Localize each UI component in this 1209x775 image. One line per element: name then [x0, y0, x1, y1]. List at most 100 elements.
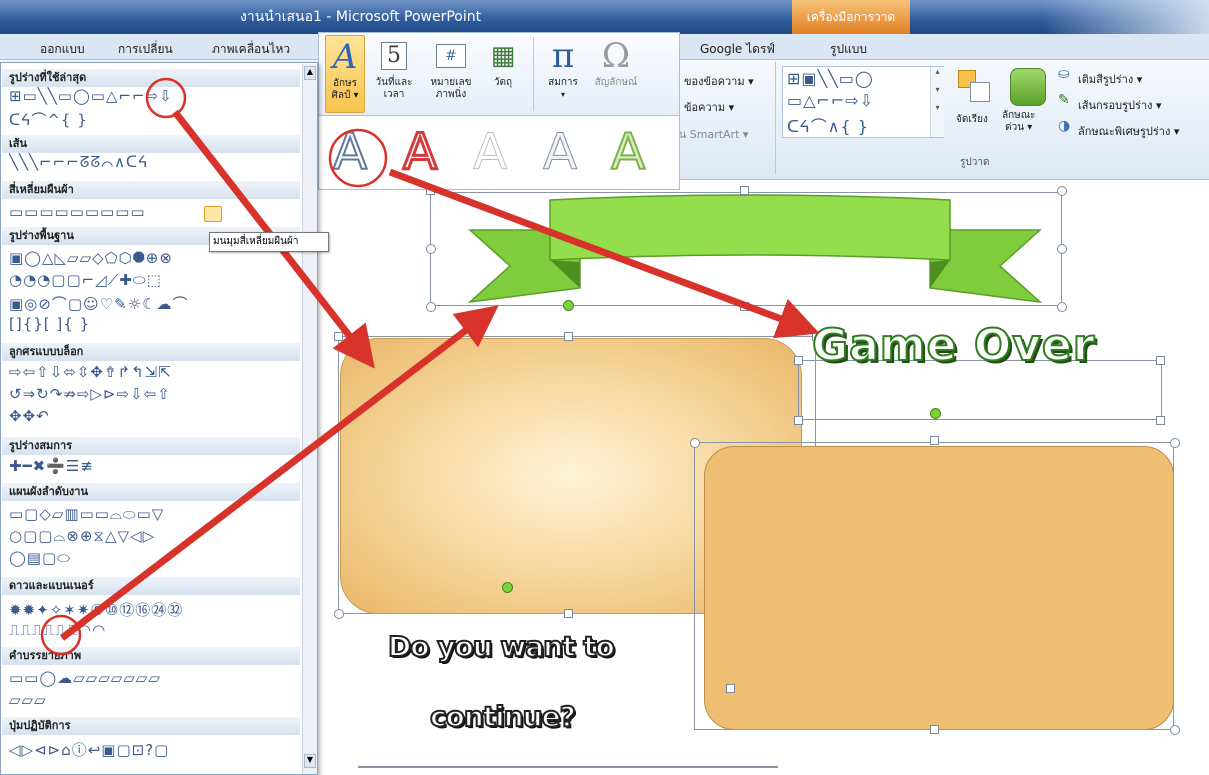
- arrange-icon[interactable]: [958, 70, 992, 106]
- shape-row[interactable]: ✥✥↶: [9, 407, 301, 425]
- shape-section-header: รูปร่างที่ใช้ล่าสุด: [2, 69, 300, 87]
- selection-handle[interactable]: [334, 609, 344, 619]
- convert-smartart-button[interactable]: เป็น SmartArt ▾: [668, 125, 748, 143]
- wordart-style-1[interactable]: A: [332, 122, 368, 182]
- tab-transitions[interactable]: การเปลี่ยน: [118, 40, 173, 59]
- quick-styles-icon[interactable]: [1010, 68, 1046, 106]
- shape-fill-button[interactable]: เติมสีรูปร่าง ▾: [1078, 70, 1142, 88]
- shape-row[interactable]: ○▢▢⌓⊗⊕⧖△▽◁▷: [9, 527, 301, 545]
- selection-handle[interactable]: [740, 186, 749, 195]
- shape-row[interactable]: ▱▱▱: [9, 691, 301, 709]
- shape-row[interactable]: ▭▢◇▱▥▭▭⌓⬭▭▽: [9, 505, 301, 523]
- shape-row[interactable]: ╲╲╲⌐⌐⌐ᘔᘔ⌒∧ᑕᔦ: [9, 153, 301, 171]
- shape-row[interactable]: ▣◎⊘⌒▢☺♡✎☼☾☁⌒: [9, 293, 301, 314]
- question-line-2[interactable]: continue?: [429, 699, 577, 734]
- shapes-dropdown-panel[interactable]: ▲ ▼ รูปร่างที่ใช้ล่าสุด ⊞▭╲╲▭◯▭△⌐⌐⇨⇩ ᑕᔦ⌒^{…: [0, 62, 329, 775]
- scroll-down-arrow-icon[interactable]: ▼: [304, 754, 316, 768]
- selection-handle[interactable]: [1170, 438, 1180, 448]
- panel-scrollbar[interactable]: ▲ ▼: [302, 64, 317, 774]
- wordart-style-4[interactable]: A: [542, 122, 577, 182]
- shape-row[interactable]: ᑕᔦ⌒^{ }: [9, 109, 301, 130]
- selection-handle[interactable]: [930, 436, 939, 445]
- shape-row[interactable]: ↺⇒↻↷⇏⇨▷⊳⇨⇩⇦⇧: [9, 385, 301, 403]
- shape-row[interactable]: ▭▭◯☁▱▱▱▱▱▱▱: [9, 669, 301, 687]
- date-time-button[interactable]: 5 วันที่และ เวลา: [369, 35, 419, 101]
- tab-animations[interactable]: ภาพเคลื่อนไหว: [212, 40, 290, 59]
- selection-handle[interactable]: [930, 725, 939, 734]
- symbol-button[interactable]: Ω สัญลักษณ์: [589, 35, 643, 89]
- selection-handle[interactable]: [1057, 186, 1067, 196]
- drawing-group-label: รูปวาด: [960, 157, 990, 168]
- shape-effects-button[interactable]: ลักษณะพิเศษรูปร่าง ▾: [1078, 122, 1179, 140]
- shape-row[interactable]: ◯▤▢⬭: [9, 549, 301, 567]
- object-button[interactable]: ▦ วัตถุ: [483, 35, 523, 89]
- tan-rounded-rectangle-2[interactable]: [704, 446, 1174, 730]
- shape-row[interactable]: ⎍⎍⎍⎍⎍⎍◠◠: [9, 621, 301, 639]
- selection-handle[interactable]: [426, 186, 435, 195]
- text-group-item-2[interactable]: ข้อความ ▾: [684, 98, 734, 116]
- shape-section-header: แผนผังลำดับงาน: [2, 483, 300, 501]
- shape-row[interactable]: ▭▭▭▭▭▭▭▭▭: [9, 203, 301, 221]
- green-ribbon-banner[interactable]: [430, 190, 1070, 315]
- shape-section-header: เส้น: [2, 135, 300, 153]
- selection-handle[interactable]: [690, 438, 700, 448]
- wordart-button[interactable]: A อักษร ศิลป์ ▾: [325, 35, 365, 113]
- insert-text-group: A อักษร ศิลป์ ▾ 5 วันที่และ เวลา # หมายเ…: [318, 32, 680, 116]
- selection-handle[interactable]: [426, 244, 436, 254]
- selection-handle[interactable]: [794, 356, 803, 365]
- shape-row[interactable]: ◁▷⊲⊳⌂ⓘ↩▣▢⊡?▢: [9, 739, 301, 760]
- selection-handle[interactable]: [1156, 356, 1165, 365]
- selection-handle[interactable]: [1057, 244, 1067, 254]
- tab-format[interactable]: รูปแบบ: [830, 40, 867, 59]
- shape-section-header: สี่เหลี่ยมผืนผ้า: [2, 181, 300, 199]
- selection-handle[interactable]: [1156, 416, 1165, 425]
- paint-bucket-icon: ⛀: [1058, 66, 1070, 82]
- wordart-style-5[interactable]: A: [610, 122, 646, 182]
- shape-row[interactable]: ✚━✖➗☰≢: [9, 457, 301, 475]
- shapes-gallery-row-2: ▭△⌐⌐⇨⇩: [787, 91, 875, 110]
- shape-row[interactable]: ⊞▭╲╲▭◯▭△⌐⌐⇨⇩: [9, 87, 301, 105]
- arrange-button[interactable]: จัดเรียง: [956, 112, 988, 127]
- wordart-style-3[interactable]: A: [472, 122, 507, 182]
- shape-row[interactable]: []{}[ ]{ }: [9, 315, 301, 333]
- equation-button[interactable]: π สมการ ▾: [541, 35, 585, 101]
- selection-handle[interactable]: [1057, 302, 1067, 312]
- selection-handle[interactable]: [564, 332, 573, 341]
- title-bar-highlight: [1040, 0, 1209, 34]
- question-line-1[interactable]: Do you want to: [387, 629, 616, 664]
- selection-handle[interactable]: [426, 302, 436, 312]
- selection-handle[interactable]: [1170, 725, 1180, 735]
- window-title: งานนำเสนอ1 - Microsoft PowerPoint: [240, 9, 482, 25]
- game-over-wordart[interactable]: Game Over: [811, 319, 1095, 372]
- slide-number-button[interactable]: # หมายเลข ภาพนิ่ง: [423, 35, 479, 101]
- shape-row[interactable]: ◔◔◔▢▢⌐◿⟋✚⬭⬚: [9, 271, 301, 289]
- selection-handle[interactable]: [564, 609, 573, 618]
- shape-section-header: รูปร่างสมการ: [2, 437, 300, 455]
- shape-outline-button[interactable]: เส้นกรอบรูปร่าง ▾: [1078, 96, 1162, 114]
- shapes-gallery[interactable]: ⊞▣╲╲▭◯ ▭△⌐⌐⇨⇩ ᑕᔦ⌒∧{ } ▴ ▾ ▾: [782, 66, 944, 138]
- hovered-shape[interactable]: [204, 206, 222, 222]
- wordart-icon: A: [332, 37, 358, 77]
- selection-handle[interactable]: [794, 416, 803, 425]
- text-group-item-1[interactable]: ของข้อความ ▾: [684, 72, 754, 90]
- selection-handle[interactable]: [726, 684, 735, 693]
- shape-row[interactable]: ⇨⇦⇧⇩⬄⇳✥⇮↱↰⇲⇱: [9, 363, 301, 381]
- shape-section-header: ดาวและแบนเนอร์: [2, 577, 300, 595]
- selection-handle[interactable]: [334, 332, 343, 341]
- rotation-handle[interactable]: [502, 582, 513, 593]
- powerpoint-window: งานนำเสนอ1 - Microsoft PowerPoint เครื่อ…: [0, 0, 1209, 775]
- shape-row[interactable]: ✹✹✦✧✶✷⑧⑩⑫⑯㉔㉜: [9, 599, 301, 620]
- shape-section-header: คำบรรยายภาพ: [2, 647, 300, 665]
- tab-design[interactable]: ออกแบบ: [40, 40, 85, 59]
- shapes-gallery-scroll[interactable]: ▴ ▾ ▾: [930, 67, 944, 137]
- rotation-handle[interactable]: [563, 300, 574, 311]
- group-divider: [775, 62, 776, 174]
- quick-styles-button[interactable]: ลักษณะ ด่วน ▾: [1002, 110, 1035, 134]
- scroll-up-arrow-icon[interactable]: ▲: [304, 66, 316, 80]
- wordart-style-2[interactable]: A: [401, 122, 438, 183]
- tab-google-drive[interactable]: Google ไดรฟ์: [700, 40, 775, 59]
- selection-handle[interactable]: [740, 302, 749, 311]
- slide-canvas[interactable]: Game Over Do you want to continue?: [318, 186, 1209, 775]
- wordart-gallery[interactable]: A A A A A: [318, 116, 680, 190]
- shape-tooltip: มนมุมสี่เหลี่ยมผืนผ้า: [209, 232, 329, 252]
